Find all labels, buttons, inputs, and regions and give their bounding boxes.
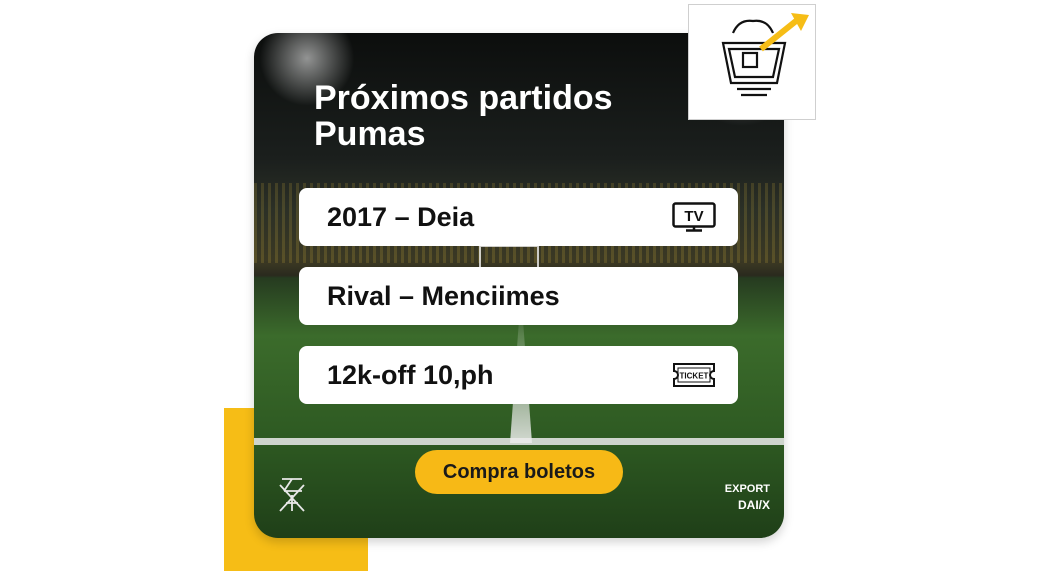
corner-logo-box: [688, 4, 816, 120]
team-shield-icon: [689, 13, 817, 125]
match-row-text: 12k-off 10,ph: [327, 359, 494, 390]
match-row-text: Rival – Menciimes: [327, 280, 560, 311]
tv-icon-label: TV: [684, 208, 703, 225]
title-line-2: Pumas: [314, 115, 426, 153]
buy-tickets-button[interactable]: Compra boletos: [415, 450, 623, 494]
goal-frame: [479, 245, 539, 269]
footer-brand: EXPORT DAI/X: [725, 481, 770, 513]
footer-line-2: DAI/X: [737, 498, 770, 512]
footer-line-1: EXPORT: [724, 483, 770, 495]
brand-logo-icon: [272, 475, 312, 520]
match-row-broadcast[interactable]: 2017 – Deia TV: [299, 188, 738, 246]
title-line-1: Próximos partidos: [314, 79, 613, 117]
card-title: Próximos partidos Pumas: [314, 80, 734, 152]
match-row-tickets[interactable]: 12k-off 10,ph TICKET: [299, 346, 738, 404]
field-cross-line: [254, 438, 784, 445]
match-row-text: 2017 – Deia: [327, 201, 475, 232]
tv-icon: TV: [672, 202, 716, 232]
match-row-rival[interactable]: Rival – Menciimes: [299, 267, 738, 325]
ticket-icon-label: TICKET: [680, 372, 709, 381]
ticket-icon: TICKET: [672, 362, 716, 388]
